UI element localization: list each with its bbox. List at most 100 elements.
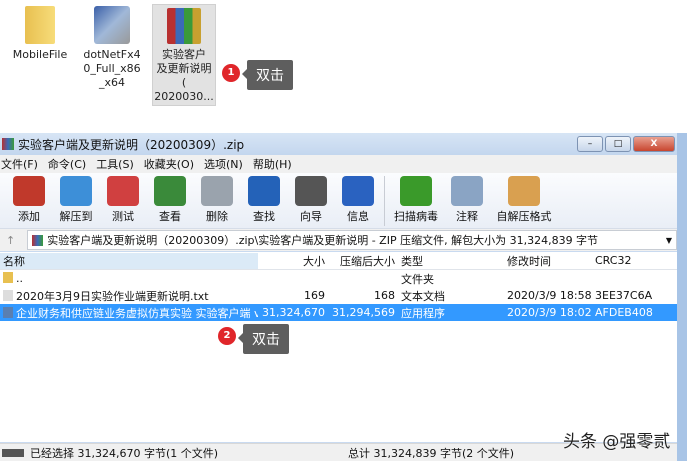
toolbar-label: 解压到 [59,210,93,223]
toolbar-label: 向导 [300,210,322,223]
column-packed[interactable]: 压缩后大小 [328,253,398,269]
cell-packed: 168 [374,289,395,302]
info-icon [342,176,374,206]
folder-icon [3,272,13,283]
toolbar-button-1[interactable]: 解压到 [55,173,97,224]
address-field[interactable]: 实验客户端及更新说明（20200309）.zip\实验客户端及更新说明 - ZI… [27,230,677,250]
toolbar-button-2[interactable]: 测试 [102,173,144,224]
cell-crc: 3EE37C6A [595,289,653,302]
menu-options[interactable]: 选项(N) [204,156,243,172]
toolbar-button-8[interactable]: 扫描病毒 [391,173,441,224]
desktop: MobileFile dotNetFx4 0_Full_x86 _x64 实验客… [0,0,687,130]
winrar-window: 实验客户端及更新说明（20200309）.zip – □ X 文件(F) 命令(… [0,133,687,461]
cell-crc: AFDEB408 [595,306,653,319]
maximize-button[interactable]: □ [605,136,631,152]
toolbar: 添加 解压到 测试 查看 删除 查找 向导 信息 扫描病毒 注释 自解压格式 [0,173,677,229]
cell-type: 应用程序 [401,306,445,320]
file-list: 名称 大小 压缩后大小 类型 修改时间 CRC32 .. 文件夹 2020年3月… [0,252,677,442]
table-row[interactable]: 企业财务和供应链业务虚拟仿真实验 实验客户端 v... 31,324,670 3… [0,304,677,321]
toolbar-label: 查看 [159,210,181,223]
desktop-icon-label: 实验客户 [162,48,206,61]
address-text: 实验客户端及更新说明（20200309）.zip\实验客户端及更新说明 - ZI… [47,234,599,247]
toolbar-label: 扫描病毒 [394,210,438,223]
winrar-icon [32,234,44,246]
column-type[interactable]: 类型 [398,253,504,269]
status-total: 总计 31,324,839 字节(2 个文件) [348,446,515,460]
table-row[interactable]: .. 文件夹 [0,270,677,287]
close-button[interactable]: X [633,136,675,152]
list-header: 名称 大小 压缩后大小 类型 修改时间 CRC32 [0,252,677,270]
toolbar-button-5[interactable]: 查找 [243,173,285,224]
desktop-icon-label: MobileFile [12,48,68,61]
cell-size: 169 [304,289,325,302]
add-icon [13,176,45,206]
menu-file[interactable]: 文件(F) [1,156,38,172]
extract-folder-icon [60,176,92,206]
menu-favorites[interactable]: 收藏夹(O) [144,156,194,172]
toolbar-label: 自解压格式 [496,210,552,223]
toolbar-separator [384,176,385,226]
view-book-icon [154,176,186,206]
desktop-icon-zip[interactable]: 实验客户 及更新说明 ( 2020030... [152,4,216,106]
up-arrow-icon[interactable]: ↑ [6,234,15,247]
desktop-icon-label: 2020030... [154,90,214,103]
menu-tools[interactable]: 工具(S) [96,156,134,172]
step-tooltip-2: 双击 [238,324,289,354]
exe-file-icon [3,306,13,318]
winrar-icon [2,138,14,150]
toolbar-label: 注释 [456,210,478,223]
address-bar: ↑ 实验客户端及更新说明（20200309）.zip\实验客户端及更新说明 - … [0,229,677,251]
toolbar-label: 查找 [253,210,275,223]
desktop-icon-label: ( [181,76,187,89]
status-selected: 已经选择 31,324,670 字节(1 个文件) [30,446,219,460]
toolbar-label: 信息 [347,210,369,223]
cell-modified: 2020/3/9 18:58 [507,289,592,302]
desktop-icon-label: 0_Full_x86 [83,62,141,75]
toolbar-button-0[interactable]: 添加 [8,173,50,224]
cell-modified: 2020/3/9 18:02 [507,306,592,319]
search-icon [248,176,280,206]
minimize-button[interactable]: – [577,136,603,152]
toolbar-button-4[interactable]: 删除 [196,173,238,224]
winrar-archive-icon [167,8,201,44]
desktop-icon-label: _x64 [98,76,125,89]
toolbar-label: 测试 [112,210,134,223]
chevron-down-icon[interactable]: ▼ [666,236,676,245]
menu-help[interactable]: 帮助(H) [253,156,292,172]
test-clipboard-icon [107,176,139,206]
menu-bar: 文件(F) 命令(C) 工具(S) 收藏夹(O) 选项(N) 帮助(H) [0,155,677,173]
toolbar-label: 删除 [206,210,228,223]
desktop-icon-label: 及更新说明 [156,62,212,75]
step-badge-1: 1 [222,64,240,82]
toolbar-button-6[interactable]: 向导 [290,173,332,224]
toolbar-button-10[interactable]: 自解压格式 [493,173,555,224]
column-size[interactable]: 大小 [258,253,328,269]
cell-name: .. [0,272,258,285]
cell-name: 2020年3月9日实验作业端更新说明.txt [0,288,258,304]
cell-type: 文件夹 [401,272,434,286]
cell-packed: 31,294,569 [332,306,395,319]
toolbar-button-7[interactable]: 信息 [337,173,379,224]
toolbar-label: 添加 [18,210,40,223]
toolbar-button-3[interactable]: 查看 [149,173,191,224]
cell-size: 31,324,670 [262,306,325,319]
desktop-icon-mobilefile[interactable]: MobileFile [8,6,72,62]
step-badge-2: 2 [218,327,236,345]
column-modified[interactable]: 修改时间 [504,253,592,269]
column-name[interactable]: 名称 [0,252,258,269]
cell-name: 企业财务和供应链业务虚拟仿真实验 实验客户端 v... [0,305,258,321]
desktop-icon-label: dotNetFx4 [83,48,141,61]
comment-icon [451,176,483,206]
table-row[interactable]: 2020年3月9日实验作业端更新说明.txt 169 168 文本文档 2020… [0,287,677,304]
desktop-icon-dotnetfx[interactable]: dotNetFx4 0_Full_x86 _x64 [80,6,144,90]
menu-commands[interactable]: 命令(C) [48,156,86,172]
watermark: 头条 @强零贰 [563,432,671,452]
folder-icon [25,6,55,44]
toolbar-button-9[interactable]: 注释 [446,173,488,224]
cell-type: 文本文档 [401,289,445,303]
step-tooltip-1: 双击 [242,60,293,90]
window-title: 实验客户端及更新说明（20200309）.zip [18,137,245,152]
column-crc32[interactable]: CRC32 [592,254,662,267]
installer-icon [94,6,130,44]
wizard-wand-icon [295,176,327,206]
